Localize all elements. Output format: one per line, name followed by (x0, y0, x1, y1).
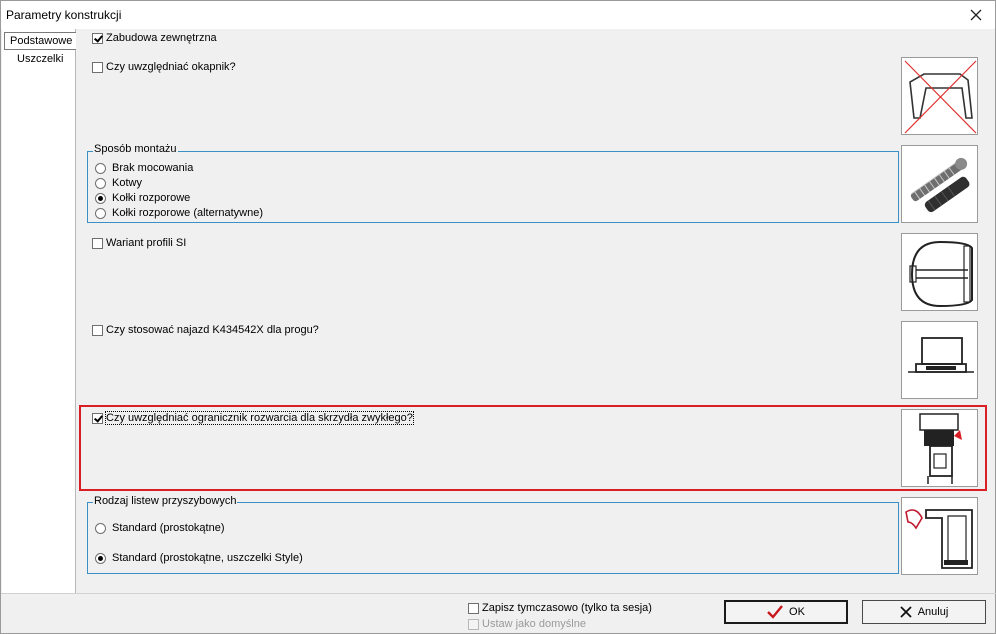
najazd-checkbox[interactable] (92, 325, 103, 336)
x-icon (900, 606, 912, 618)
set-default-label: Ustaw jako domyślne (482, 618, 586, 630)
montaz-group-title: Sposób montażu (93, 143, 178, 155)
checkmark-icon (767, 605, 783, 619)
najazd-image (901, 321, 978, 399)
zabudowa-checkbox[interactable] (92, 33, 103, 44)
wariant-image (901, 233, 978, 311)
najazd-label: Czy stosować najazd K434542X dla progu? (106, 324, 319, 336)
save-temp-checkbox[interactable] (468, 603, 479, 614)
ok-button-label: OK (789, 606, 805, 618)
save-temp-label: Zapisz tymczasowo (tylko ta sesja) (482, 602, 652, 614)
tab-podstawowe[interactable]: Podstawowe (4, 32, 76, 50)
listwy-radio-standard[interactable] (95, 523, 106, 534)
listwy-group-title: Rodzaj listew przyszybowych (93, 495, 238, 507)
ogranicznik-checkbox[interactable] (92, 413, 103, 424)
tab-list: Podstawowe Uszczelki (2, 29, 76, 593)
tab-content: Zabudowa zewnętrzna Czy uwzględniać okap… (77, 29, 991, 593)
cancel-button[interactable]: Anuluj (862, 600, 986, 624)
montaz-radio-kolki-alt[interactable] (95, 208, 106, 219)
tab-uszczelki[interactable]: Uszczelki (4, 51, 76, 69)
cancel-button-label: Anuluj (917, 606, 949, 618)
zabudowa-label: Zabudowa zewnętrzna (106, 32, 217, 44)
listwy-image (901, 497, 978, 575)
okapnik-label: Czy uwzględniać okapnik? (106, 61, 236, 73)
window-title: Parametry konstrukcji (6, 8, 122, 22)
montaz-label-kotwy: Kotwy (112, 177, 142, 189)
ok-button[interactable]: OK (724, 600, 848, 624)
listwy-radio-style[interactable] (95, 553, 106, 564)
montaz-radio-kolki[interactable] (95, 193, 106, 204)
listwy-label-style: Standard (prostokątne, uszczelki Style) (112, 552, 303, 564)
montaz-image (901, 145, 978, 223)
ogranicznik-label: Czy uwzględniać ogranicznik rozwarcia dl… (105, 411, 414, 425)
montaz-label-kolki-alt: Kołki rozporowe (alternatywne) (112, 207, 264, 219)
montaz-label-kolki: Kołki rozporowe (112, 192, 191, 204)
okapnik-image (901, 57, 978, 135)
montaz-radio-kotwy[interactable] (95, 178, 106, 189)
montaz-label-brak: Brak mocowania (112, 162, 194, 174)
ogranicznik-image (901, 409, 978, 487)
set-default-checkbox[interactable] (468, 619, 479, 630)
montaz-radio-brak[interactable] (95, 163, 106, 174)
footer-separator (1, 593, 996, 594)
title-bar: Parametry konstrukcji (1, 1, 995, 29)
listwy-label-standard: Standard (prostokątne) (112, 522, 225, 534)
okapnik-checkbox[interactable] (92, 62, 103, 73)
wariant-checkbox[interactable] (92, 238, 103, 249)
dialog-window: Parametry konstrukcji Podstawowe Uszczel… (0, 0, 996, 634)
close-icon[interactable] (967, 6, 985, 24)
wariant-label: Wariant profili SI (106, 237, 187, 249)
